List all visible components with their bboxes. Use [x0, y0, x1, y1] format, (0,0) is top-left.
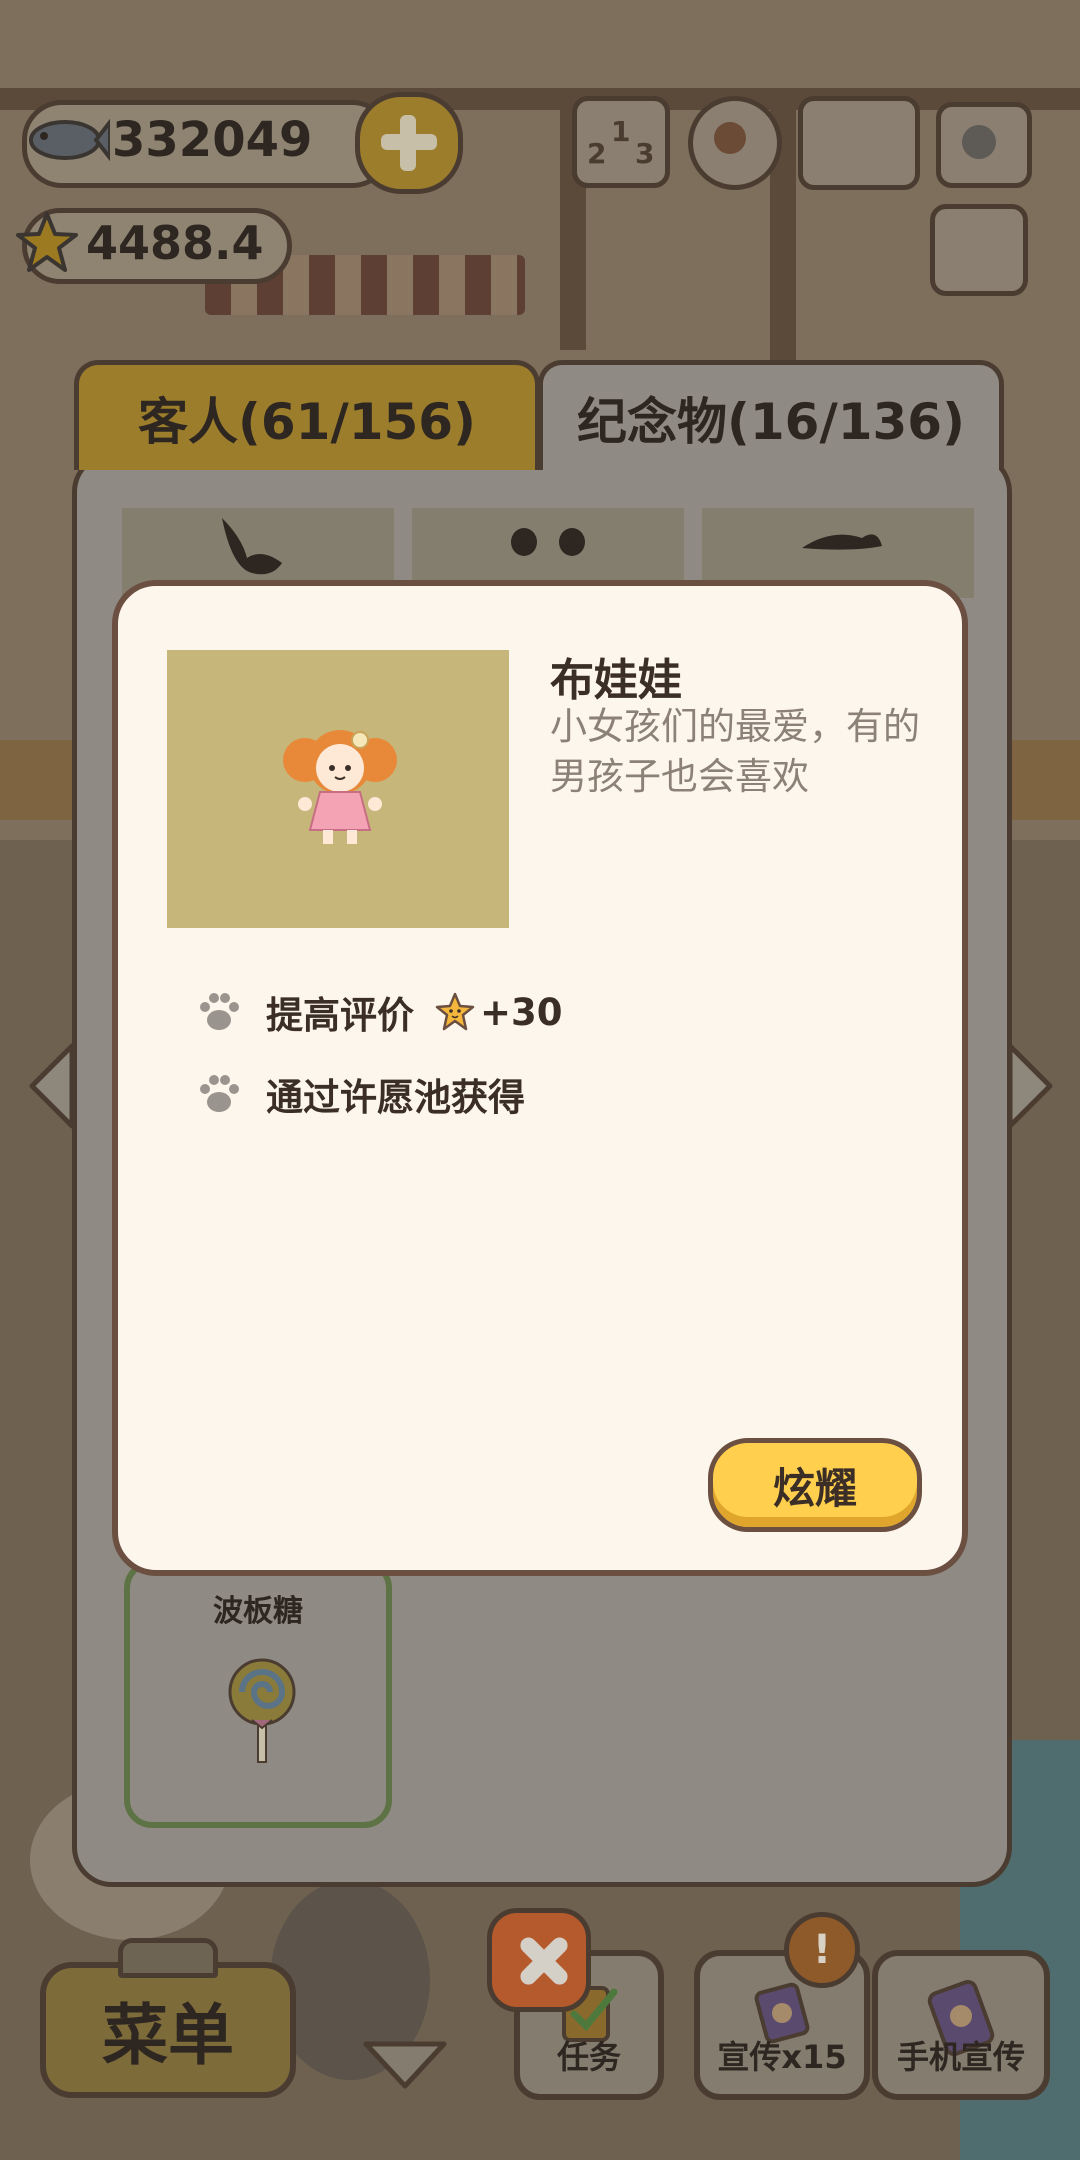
star-rating: 4488.4 [86, 216, 264, 270]
menu-button[interactable]: 菜单 [40, 1962, 296, 2098]
close-dialog-button[interactable] [487, 1908, 591, 2012]
show-off-button[interactable]: 炫耀 [708, 1438, 922, 1532]
add-currency-button[interactable] [355, 92, 463, 194]
attribute-source: 通过许愿池获得 [196, 1064, 525, 1124]
phone-promotion-button[interactable]: 手机宣传 [872, 1950, 1050, 2100]
camera-icon[interactable] [936, 102, 1032, 188]
rag-doll-icon [283, 730, 397, 844]
attribute-label: 通过许愿池获得 [266, 1076, 525, 1119]
attribute-rating-bonus: 提高评价 +30 [196, 982, 563, 1042]
paw-icon [200, 993, 239, 1030]
alert-badge: ! [784, 1912, 860, 1988]
rating-bonus-value: +30 [480, 990, 563, 1034]
tab-souvenirs[interactable]: 纪念物(16/136) [538, 360, 1004, 470]
souvenir-description: 小女孩们的最爱，有的男孩子也会喜欢 [550, 705, 920, 798]
star-icon [435, 992, 475, 1031]
settings-gear-icon[interactable] [688, 96, 782, 190]
phone-promotion-label: 手机宣传 [896, 2038, 1025, 2076]
fish-count: 332049 [112, 112, 313, 168]
souvenir-card-lollipop[interactable]: 波板糖 [124, 1560, 392, 1828]
fish-icon [29, 118, 110, 162]
souvenir-name: 布娃娃 [550, 655, 682, 706]
previous-arrow-icon[interactable] [22, 1036, 82, 1136]
attribute-label: 提高评价 [266, 994, 414, 1037]
next-arrow-icon[interactable] [1000, 1036, 1060, 1136]
paw-icon [200, 1075, 239, 1112]
tasks-label: 任务 [556, 2038, 621, 2076]
leaderboard-icon[interactable]: 213 [572, 96, 670, 188]
star-icon [16, 212, 78, 272]
promotion-label: 宣传x15 [717, 2038, 847, 2076]
newspaper-icon[interactable] [930, 204, 1028, 296]
souvenir-card-label: 波板糖 [213, 1594, 303, 1629]
lollipop-icon [228, 1658, 296, 1763]
guide-book-icon[interactable] [798, 96, 920, 190]
menu-clip [118, 1938, 218, 1978]
tab-guests[interactable]: 客人(61/156) [74, 360, 540, 470]
chevron-down-icon[interactable] [360, 2036, 450, 2092]
